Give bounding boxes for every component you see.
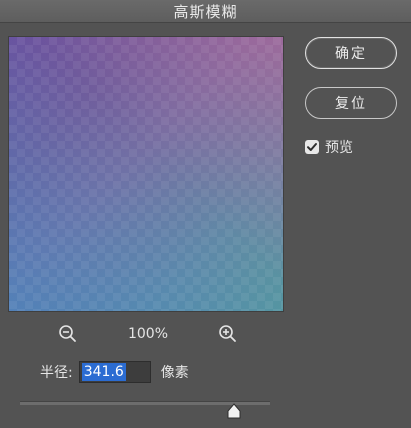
checkmark-icon xyxy=(307,143,317,151)
preview-checkbox[interactable] xyxy=(305,140,319,154)
radius-value: 341.6 xyxy=(81,363,126,381)
zoom-level: 100% xyxy=(127,326,169,342)
preview-toggle[interactable]: 预览 xyxy=(305,137,353,157)
zoom-in-icon[interactable] xyxy=(218,324,238,344)
radius-unit: 像素 xyxy=(160,365,189,381)
dialog-title: 高斯模糊 xyxy=(173,2,238,21)
ok-button[interactable]: 确定 xyxy=(305,37,397,69)
preview-canvas[interactable] xyxy=(8,36,284,312)
reset-button-label: 复位 xyxy=(335,96,367,112)
radius-row: 半径: 341.6 像素 xyxy=(40,361,189,383)
radius-label: 半径: xyxy=(40,365,73,381)
preview-checkbox-label: 预览 xyxy=(325,140,353,156)
reset-button[interactable]: 复位 xyxy=(305,87,397,119)
zoom-out-icon[interactable] xyxy=(58,324,78,344)
ok-button-label: 确定 xyxy=(335,46,367,62)
dialog-title-bar: 高斯模糊 xyxy=(0,0,411,23)
radius-slider-thumb[interactable] xyxy=(226,403,242,419)
zoom-controls: 100% xyxy=(58,322,238,346)
radius-input[interactable]: 341.6 xyxy=(78,361,151,383)
